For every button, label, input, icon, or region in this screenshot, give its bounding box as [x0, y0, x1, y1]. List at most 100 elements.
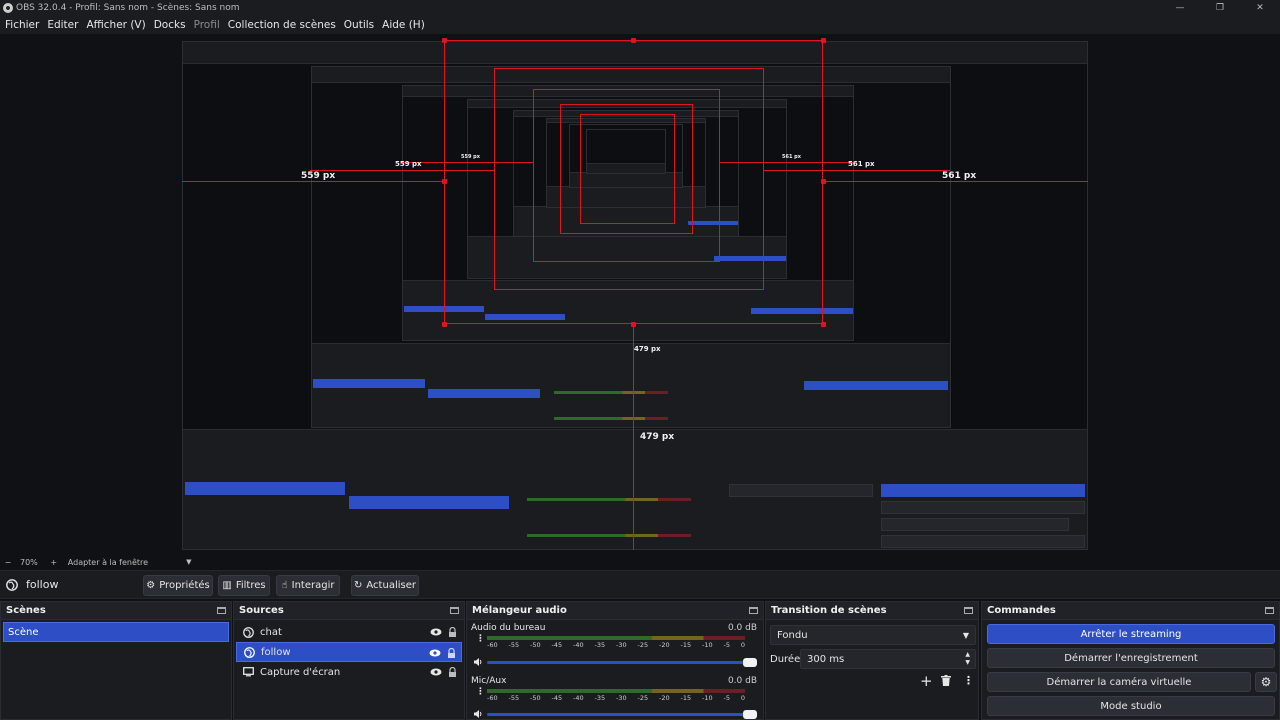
volume-slider[interactable]: [487, 658, 757, 667]
tick: -35: [594, 641, 606, 649]
scene-item[interactable]: Scène: [3, 622, 229, 642]
menu-file[interactable]: Fichier: [5, 19, 39, 31]
hand-pointer-icon: ☝: [281, 580, 288, 591]
channel-menu-icon[interactable]: ⋮: [476, 688, 485, 697]
guide-right-small: [720, 162, 853, 163]
eye-icon[interactable]: [429, 647, 441, 659]
start-virtual-camera-button[interactable]: Démarrer la caméra virtuelle: [987, 672, 1251, 692]
tick: -40: [573, 641, 584, 649]
meter-ticks: -60 -55 -50 -45 -40 -35 -30 -25 -20 -15 -10 -5 0: [487, 694, 745, 704]
minimize-button[interactable]: —: [1160, 0, 1200, 16]
refresh-label: Actualiser: [366, 580, 416, 591]
zoom-fit-select[interactable]: Adapter à la fenêtre: [68, 558, 148, 567]
transition-menu-icon[interactable]: ⋮: [963, 674, 974, 687]
preview-canvas[interactable]: 559 px 561 px 479 px 559 px 561 px 479 p…: [0, 34, 1280, 555]
guide-left-outer: [182, 181, 444, 182]
tick: -55: [508, 694, 520, 702]
start-recording-button[interactable]: Démarrer l'enregistrement: [987, 648, 1275, 668]
audio-mixer-title: Mélangeur audio: [472, 605, 567, 616]
source-item-follow[interactable]: follow: [236, 642, 462, 662]
chevron-down-icon[interactable]: ▼: [186, 558, 191, 566]
channel-menu-icon[interactable]: ⋮: [476, 635, 485, 644]
maximize-button[interactable]: ❐: [1200, 0, 1240, 16]
stop-streaming-button[interactable]: Arrêter le streaming: [987, 624, 1275, 644]
audio-mixer-dock: Mélangeur audio Audio du bureau 0.0 dB -…: [466, 601, 764, 720]
tick: -15: [680, 694, 692, 702]
volume-slider[interactable]: [487, 710, 757, 719]
properties-button[interactable]: ⚙ Propriétés: [143, 575, 213, 596]
transition-select[interactable]: Fondu ▼: [770, 625, 976, 645]
handle-top-right[interactable]: [821, 38, 826, 43]
sources-dock: Sources chat follow Capture d'écran: [233, 601, 465, 720]
handle-bottom-right[interactable]: [821, 322, 826, 327]
tick: -50: [530, 694, 541, 702]
menu-scene-collection[interactable]: Collection de scènes: [228, 19, 336, 31]
spin-arrows-icon[interactable]: ▲ ▼: [965, 651, 970, 667]
speaker-icon[interactable]: [473, 657, 483, 667]
current-source: follow: [6, 578, 58, 591]
zoom-out-button[interactable]: −: [0, 558, 16, 567]
source-item-screen-capture[interactable]: Capture d'écran: [236, 662, 462, 682]
nested-bounding-box-5: [580, 114, 675, 224]
nested-fade-field: [729, 484, 873, 497]
meter-ticks: -60 -55 -50 -45 -40 -35 -30 -25 -20 -15 -10 -5 0: [487, 641, 745, 651]
menu-help[interactable]: Aide (H): [382, 19, 425, 31]
menu-edit[interactable]: Editer: [47, 19, 78, 31]
studio-mode-button[interactable]: Mode studio: [987, 696, 1275, 716]
nested-stream-button: [804, 381, 948, 390]
eye-icon[interactable]: [430, 626, 442, 638]
eye-icon[interactable]: [430, 666, 442, 678]
undock-icon[interactable]: [749, 607, 758, 614]
scenes-dock-header: Scènes: [1, 602, 231, 620]
undock-icon[interactable]: [450, 607, 459, 614]
nested-scene-highlight: [185, 482, 345, 495]
menu-docks[interactable]: Docks: [154, 19, 186, 31]
menu-view[interactable]: Afficher (V): [86, 19, 145, 31]
source-item-chat[interactable]: chat: [236, 622, 462, 642]
handle-bottom-left[interactable]: [442, 322, 447, 327]
handle-top[interactable]: [631, 38, 636, 43]
browser-source-icon: [6, 578, 18, 591]
title-bar: OBS 32.0.4 - Profil: Sans nom - Scènes: …: [0, 0, 1280, 16]
handle-left[interactable]: [442, 179, 447, 184]
distance-label-right-inner: 561 px: [848, 160, 875, 168]
tick: -50: [530, 641, 541, 649]
refresh-button[interactable]: ↻ Actualiser: [351, 575, 419, 596]
slider-knob[interactable]: [743, 658, 757, 667]
tick: -35: [594, 694, 606, 702]
distance-label-right-small: 561 px: [782, 154, 801, 160]
trash-icon[interactable]: [941, 675, 951, 689]
volume-meter: [487, 689, 745, 693]
duration-spinbox[interactable]: 300 ms ▲ ▼: [800, 649, 976, 669]
add-transition-icon[interactable]: +: [920, 672, 933, 690]
lock-icon[interactable]: [445, 647, 457, 659]
undock-icon[interactable]: [1265, 607, 1274, 614]
tick: -25: [637, 694, 649, 702]
handle-right[interactable]: [821, 179, 826, 184]
tick: 0: [740, 641, 745, 649]
close-button[interactable]: ✕: [1240, 0, 1280, 16]
channel-db: 0.0 dB: [727, 676, 757, 686]
nested-meter-desktop: [554, 391, 668, 394]
filters-button[interactable]: ▥ Filtres: [218, 575, 270, 596]
virtual-camera-settings-button[interactable]: ⚙: [1255, 672, 1277, 692]
monitor-icon: [242, 666, 254, 678]
undock-icon[interactable]: [964, 607, 973, 614]
handle-top-left[interactable]: [442, 38, 447, 43]
menu-profile[interactable]: Profil: [194, 19, 220, 31]
lock-icon[interactable]: [446, 626, 458, 638]
undock-icon[interactable]: [217, 607, 226, 614]
distance-label-right: 561 px: [942, 171, 977, 181]
guide-bottom-outer: [633, 324, 634, 550]
menu-tools[interactable]: Outils: [344, 19, 374, 31]
interact-button[interactable]: ☝ Interagir: [276, 575, 340, 596]
speaker-icon[interactable]: [473, 709, 483, 719]
handle-bottom[interactable]: [631, 322, 636, 327]
guide-right-outer: [823, 181, 1088, 182]
volume-meter: [487, 636, 745, 640]
slider-knob[interactable]: [743, 710, 757, 719]
browser-icon: [242, 626, 254, 638]
lock-icon[interactable]: [446, 666, 458, 678]
zoom-in-button[interactable]: +: [46, 558, 62, 567]
distance-label-left: 559 px: [301, 171, 336, 181]
